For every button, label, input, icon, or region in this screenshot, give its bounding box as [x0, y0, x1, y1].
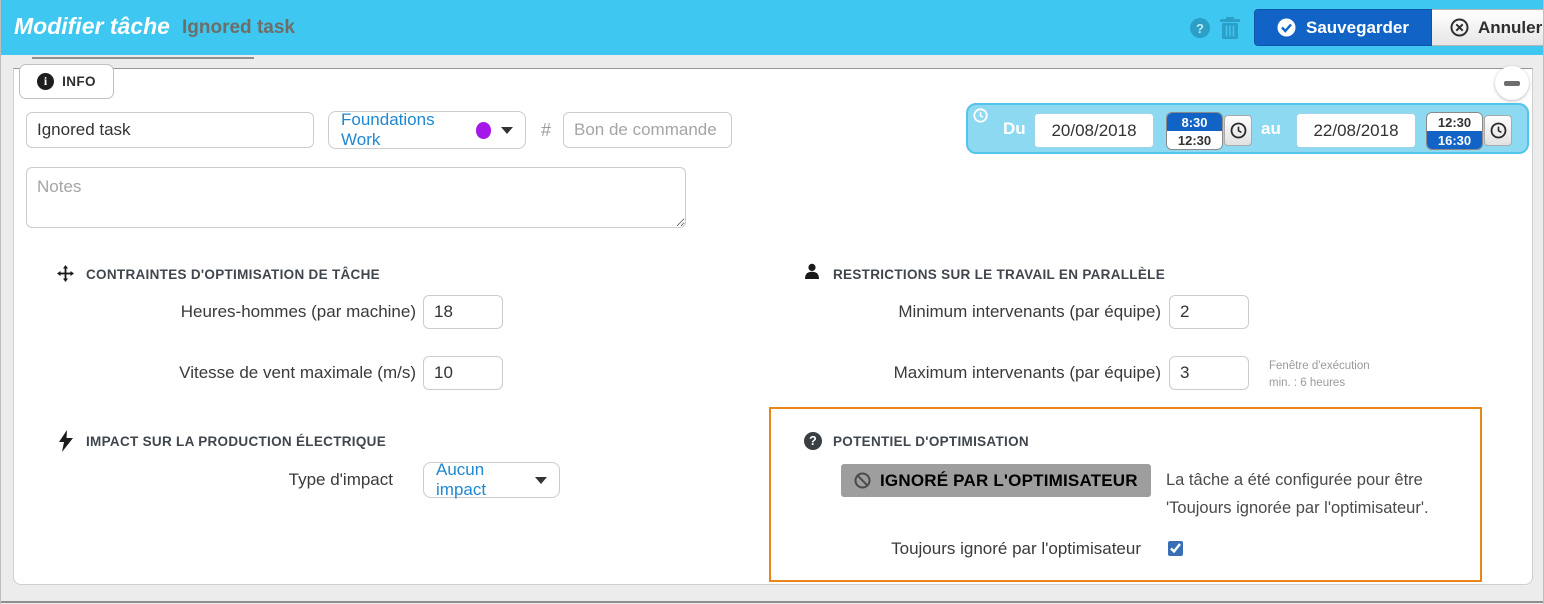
- ban-icon: [854, 472, 871, 489]
- section-title-constraints: CONTRAINTES D'OPTIMISATION DE TÂCHE: [86, 267, 380, 282]
- check-circle-icon: [1277, 18, 1296, 37]
- start-time-morning[interactable]: 8:30: [1167, 113, 1222, 131]
- task-name-subtitle: Ignored task: [182, 17, 295, 39]
- section-title-impact: IMPACT SUR LA PRODUCTION ÉLECTRIQUE: [86, 434, 386, 449]
- date-from-label: Du: [1003, 119, 1026, 139]
- min-workers-label: Minimum intervenants (par équipe): [781, 295, 1161, 329]
- end-time-morning[interactable]: 12:30: [1427, 113, 1482, 131]
- save-button[interactable]: Sauvegarder: [1254, 9, 1432, 46]
- task-type-color-dot: [476, 122, 492, 139]
- start-date-input[interactable]: [1034, 113, 1154, 148]
- header-bar: Modifier tâche Ignored task ? Sauvegarde…: [1, 0, 1543, 55]
- ignored-by-optimiser-badge: IGNORÉ PAR L'OPTIMISATEUR: [841, 464, 1151, 497]
- max-wind-speed-label: Vitesse de vent maximale (m/s): [86, 356, 416, 390]
- ignored-badge-label: IGNORÉ PAR L'OPTIMISATEUR: [880, 471, 1138, 491]
- chevron-down-icon: [535, 477, 547, 484]
- start-time-clock-button[interactable]: [1224, 115, 1252, 146]
- lightning-icon: [59, 430, 73, 452]
- end-time-options: 12:30 16:30: [1426, 112, 1483, 150]
- man-hours-input[interactable]: [423, 295, 503, 329]
- max-workers-input[interactable]: [1169, 356, 1249, 390]
- help-icon[interactable]: ?: [1190, 18, 1210, 38]
- end-date-input[interactable]: [1296, 113, 1416, 148]
- date-range-panel: Du 8:30 12:30 au 12:30 16:30: [966, 103, 1529, 154]
- end-time-afternoon[interactable]: 16:30: [1427, 131, 1482, 149]
- section-title-restrictions: RESTRICTIONS SUR LE TRAVAIL EN PARALLÈLE: [833, 267, 1165, 282]
- tab-bar-divider: [32, 57, 254, 59]
- header-actions: Sauvegarder Annuler: [1254, 9, 1544, 46]
- always-ignored-label: Toujours ignoré par l'optimisateur: [761, 538, 1141, 560]
- close-circle-icon: [1450, 18, 1469, 37]
- max-workers-label: Maximum intervenants (par équipe): [781, 356, 1161, 390]
- tab-info[interactable]: i INFO: [19, 64, 114, 99]
- question-circle-icon: ?: [804, 432, 822, 450]
- min-workers-input[interactable]: [1169, 295, 1249, 329]
- cancel-button[interactable]: Annuler: [1432, 9, 1544, 46]
- execution-window-note: Fenêtre d'exécution min. : 6 heures: [1269, 358, 1370, 392]
- notes-textarea[interactable]: [26, 167, 686, 228]
- optimiser-description-line2: 'Toujours ignorée par l'optimisateur'.: [1166, 499, 1429, 518]
- window-bottom-border: [1, 601, 1543, 603]
- page-title: Modifier tâche: [14, 13, 170, 40]
- impact-type-label: Type d'impact: [86, 463, 393, 497]
- tab-info-label: INFO: [62, 74, 96, 89]
- trash-icon[interactable]: [1219, 16, 1241, 40]
- info-icon: i: [37, 73, 54, 90]
- section-title-potential: POTENTIEL D'OPTIMISATION: [833, 434, 1029, 449]
- end-time-clock-button[interactable]: [1484, 115, 1512, 146]
- man-hours-label: Heures-hommes (par machine): [86, 295, 416, 329]
- minus-icon: [1504, 81, 1520, 86]
- max-wind-speed-input[interactable]: [423, 356, 503, 390]
- chevron-down-icon: [501, 127, 513, 134]
- task-type-dropdown[interactable]: Foundations Work: [328, 111, 526, 149]
- optimiser-description-line1: La tâche a été configurée pour être: [1166, 471, 1423, 490]
- order-number-input[interactable]: [563, 112, 732, 148]
- order-number-prefix: #: [541, 120, 551, 141]
- impact-type-value: Aucun impact: [436, 460, 525, 500]
- start-time-options: 8:30 12:30: [1166, 112, 1223, 150]
- cancel-button-label: Annuler: [1478, 18, 1542, 38]
- start-time-afternoon[interactable]: 12:30: [1167, 131, 1222, 149]
- always-ignored-checkbox[interactable]: [1168, 541, 1183, 556]
- task-type-label: Foundations Work: [341, 110, 467, 150]
- person-icon: [804, 263, 820, 280]
- move-icon: [57, 265, 74, 282]
- task-editor-window: Modifier tâche Ignored task ? Sauvegarde…: [0, 0, 1544, 604]
- collapse-panel-button[interactable]: [1495, 66, 1529, 100]
- save-button-label: Sauvegarder: [1306, 18, 1409, 38]
- clock-corner-icon: [973, 108, 988, 123]
- date-to-label: au: [1261, 119, 1281, 139]
- task-name-input[interactable]: [26, 112, 314, 148]
- impact-type-dropdown[interactable]: Aucun impact: [423, 462, 560, 498]
